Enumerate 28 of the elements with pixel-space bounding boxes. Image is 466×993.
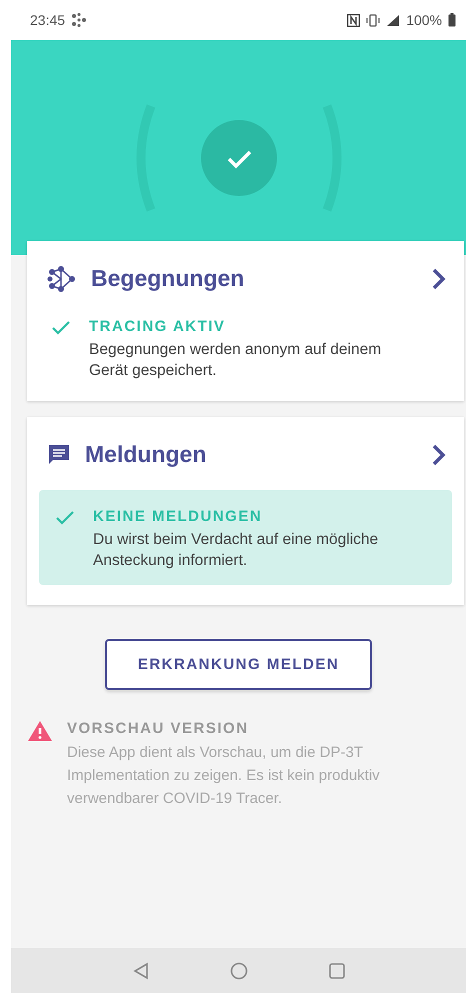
nfc-icon bbox=[347, 14, 360, 26]
home-icon[interactable] bbox=[230, 962, 248, 980]
battery-icon bbox=[448, 13, 456, 27]
chevron-icon bbox=[432, 268, 446, 290]
status-text: Du wirst beim Verdacht auf eine mögliche Ansteckung informiert. bbox=[93, 530, 380, 571]
card[interactable]: Meldungen KEINE MELDUNGEN Du wirst beim Verdacht auf eine mögliche Ansteckung informiert. bbox=[27, 417, 464, 605]
check-icon bbox=[55, 510, 75, 526]
recents-icon[interactable] bbox=[328, 962, 346, 980]
warning-title: VORSCHAU VERSION bbox=[67, 720, 250, 737]
back-icon[interactable] bbox=[132, 962, 150, 980]
warning-text: Diese App dient als Vorschau, um die DP-3T Implementation zu zeigen. Es ist kein produktiv verwendbarer COVID-19 Tracer. bbox=[67, 743, 381, 809]
card-title: Begegnungen bbox=[91, 265, 246, 292]
network-icon bbox=[71, 13, 88, 27]
card-title: Meldungen bbox=[85, 441, 208, 468]
status-title: KEINE MELDUNGEN bbox=[93, 508, 264, 525]
check-icon bbox=[51, 320, 71, 336]
battery-level: 100% bbox=[406, 12, 442, 28]
report-illness-button[interactable]: ERKRANKUNG MELDEN bbox=[105, 639, 372, 690]
clock-time: 23:45 bbox=[30, 12, 66, 28]
chevron-icon bbox=[432, 444, 446, 466]
status-text: Begegnungen werden anonym auf deinem Gerät gespeichert. bbox=[89, 340, 382, 381]
card[interactable]: Begegnungen TRACING AKTIV Begegnungen werden anonym auf deinem Gerät gespeichert. bbox=[27, 241, 464, 401]
vibrate-icon bbox=[366, 14, 380, 26]
signal-icon bbox=[386, 14, 400, 26]
warning-icon bbox=[27, 720, 53, 742]
network-icon bbox=[47, 266, 77, 292]
status-title: TRACING AKTIV bbox=[89, 318, 226, 335]
message-icon bbox=[47, 442, 71, 466]
